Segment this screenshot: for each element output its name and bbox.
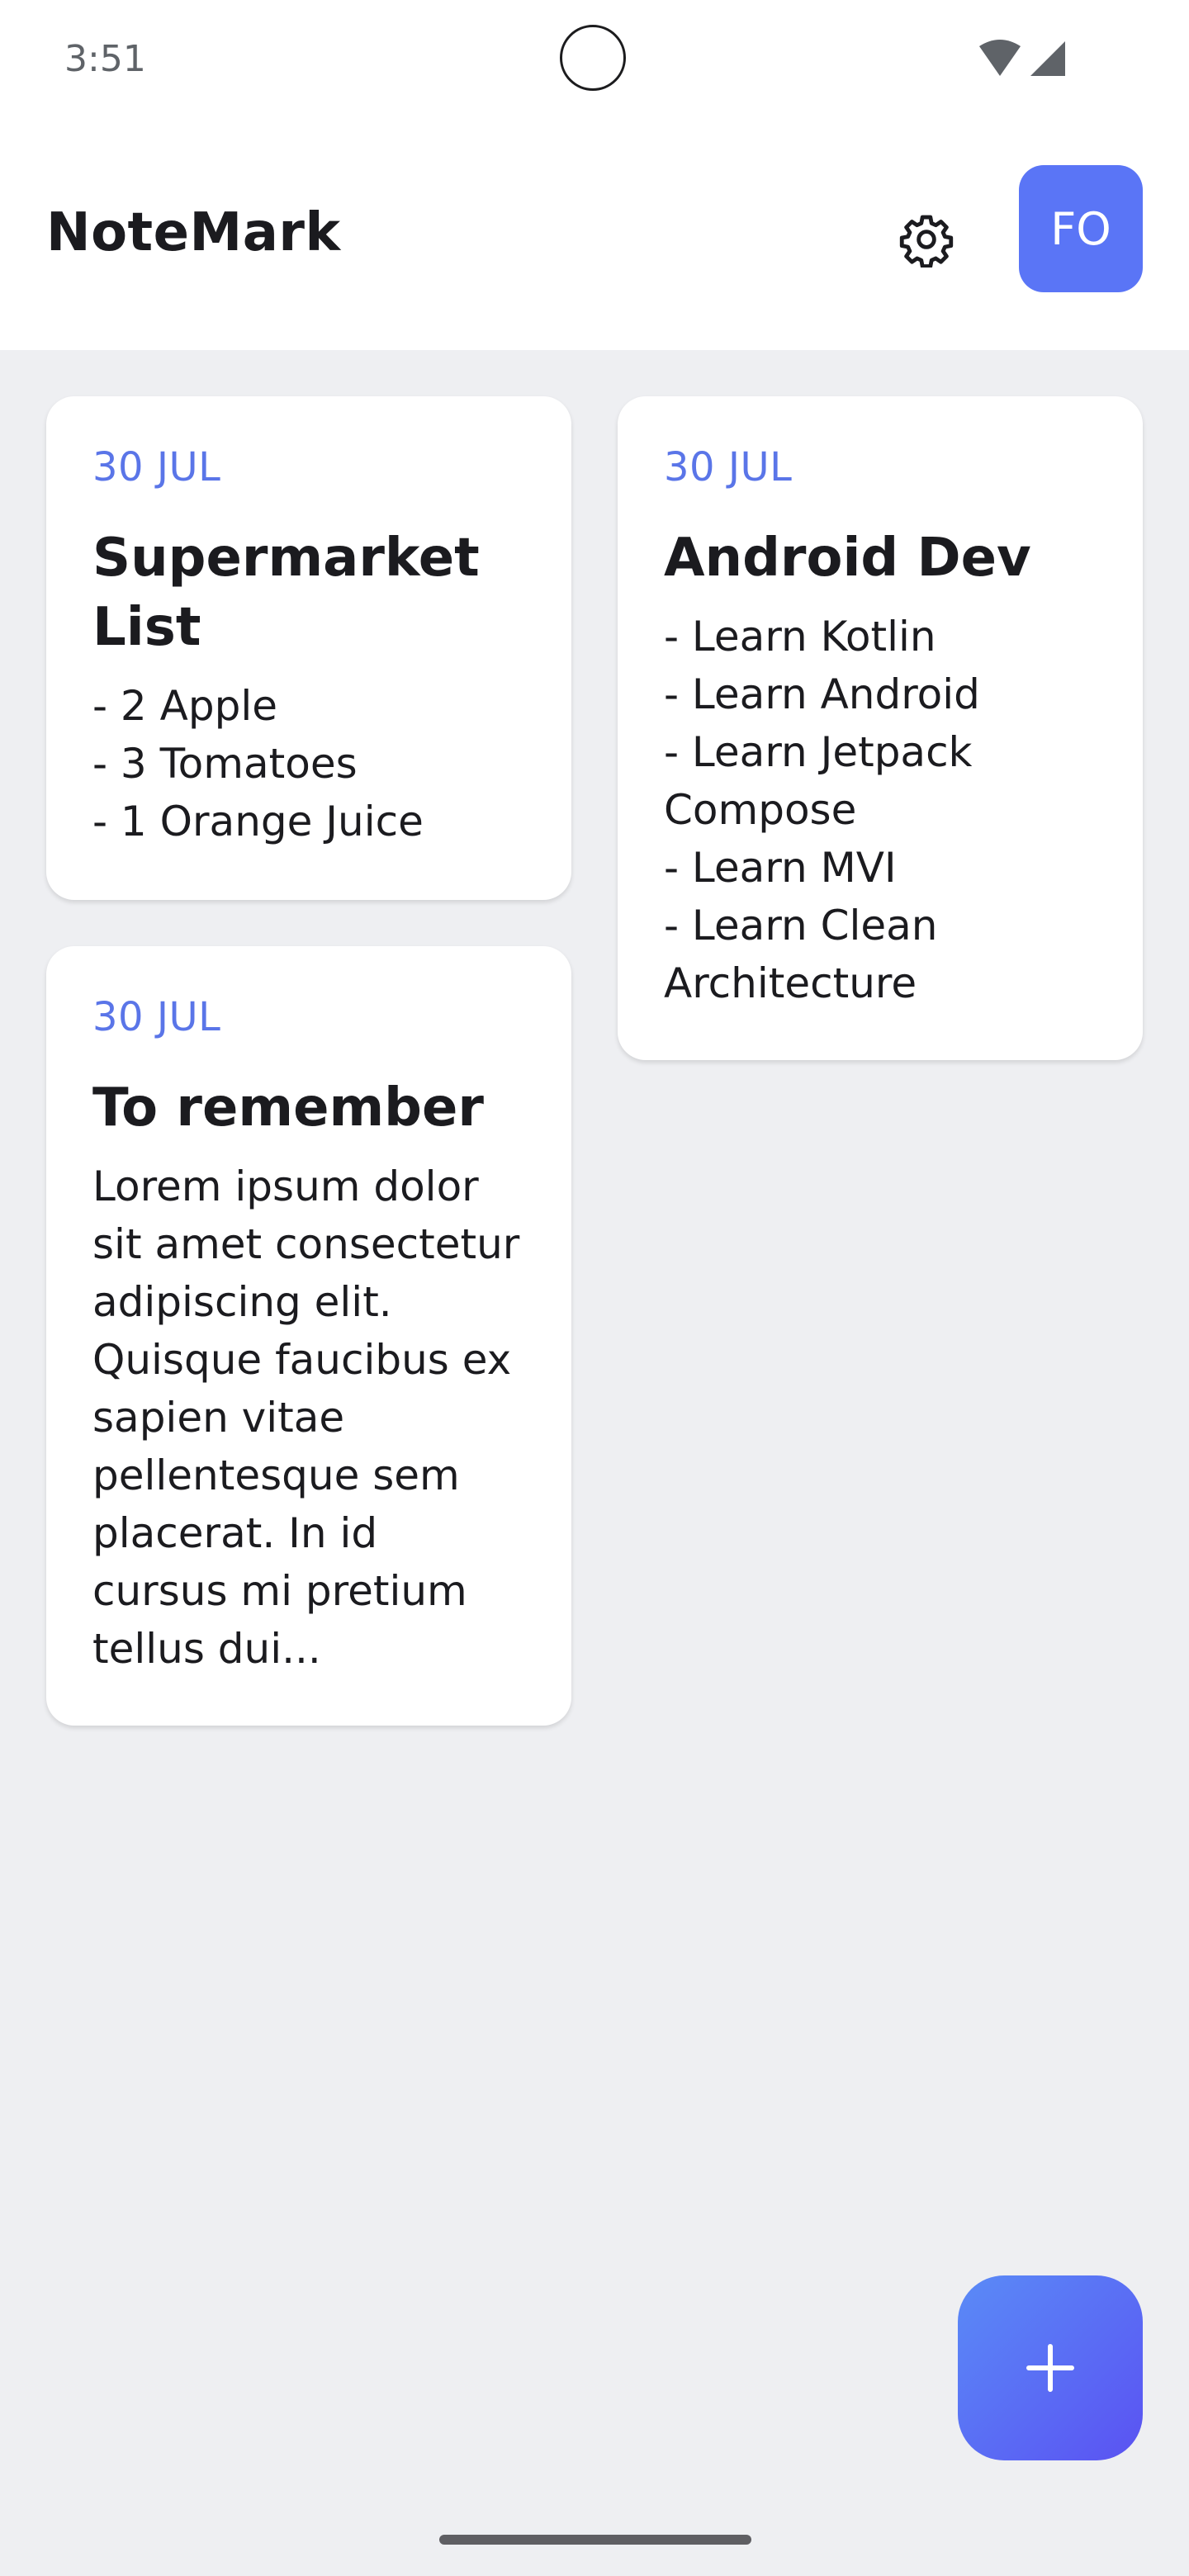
note-title: Android Dev [664, 528, 1031, 589]
gear-icon [899, 215, 954, 268]
settings-button[interactable] [888, 201, 964, 277]
status-bar: 3:51 [0, 0, 1189, 124]
note-title: To remember [92, 1077, 484, 1139]
gesture-navigation-bar[interactable] [439, 2535, 751, 2545]
camera-cutout [560, 25, 626, 91]
profile-avatar[interactable]: FO [1019, 165, 1143, 292]
status-icons [979, 40, 1065, 76]
note-card[interactable]: 30 JUL To remember Lorem ipsum dolor sit… [46, 946, 571, 1726]
status-time: 3:51 [64, 38, 146, 80]
note-date: 30 JUL [664, 444, 793, 490]
note-body: Lorem ipsum dolor sit amet consectetur a… [92, 1163, 520, 1673]
app-root: 3:51 NoteMark FO 30 JUL Supermarket List… [0, 0, 1189, 2576]
note-body: - 2 Apple - 3 Tomatoes - 1 Orange Juice [92, 682, 424, 845]
note-card[interactable]: 30 JUL Android Dev - Learn Kotlin - Lear… [618, 396, 1143, 1060]
app-title: NoteMark [46, 202, 341, 263]
plus-icon [1026, 2344, 1074, 2392]
add-note-button[interactable] [958, 2275, 1143, 2460]
wifi-icon [979, 40, 1021, 76]
note-body: - Learn Kotlin - Learn Android - Learn J… [664, 613, 980, 1007]
top-app-bar: NoteMark FO [0, 124, 1189, 350]
note-title: Supermarket List [92, 528, 480, 658]
cellular-signal-icon [1030, 41, 1065, 76]
note-date: 30 JUL [92, 444, 221, 490]
note-card[interactable]: 30 JUL Supermarket List - 2 Apple - 3 To… [46, 396, 571, 900]
note-date: 30 JUL [92, 994, 221, 1040]
